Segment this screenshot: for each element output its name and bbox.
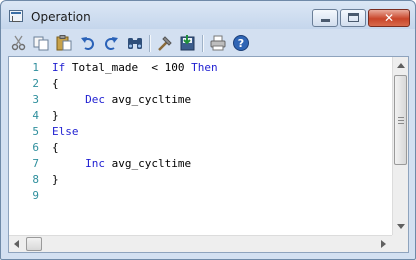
line-number: 3 [32, 93, 39, 106]
toolbar-separator [202, 35, 204, 52]
grip-line [398, 120, 404, 121]
code-text: avg_cycltime [105, 157, 192, 170]
grip-line [398, 123, 404, 124]
code-text: avg_cycltime [105, 93, 192, 106]
code-line[interactable]: Inc avg_cycltime [52, 156, 191, 172]
line-number-gutter: 1 2 3 4 5 6 7 8 9 [9, 57, 41, 233]
undo-icon[interactable] [79, 34, 97, 52]
line-number: 7 [32, 157, 39, 170]
paste-icon[interactable] [55, 34, 73, 52]
maximize-button[interactable] [340, 9, 366, 27]
vertical-scroll-thumb[interactable] [394, 75, 407, 165]
code-text: } [52, 109, 59, 122]
code-area[interactable]: If Total_made < 100 Then{ Dec avg_cyclti… [52, 57, 382, 233]
print-icon[interactable] [209, 34, 227, 52]
line-number: 4 [32, 109, 39, 122]
find-icon[interactable] [126, 34, 144, 52]
line-number: 2 [32, 77, 39, 90]
scroll-right-icon[interactable] [381, 240, 386, 248]
build-icon[interactable] [156, 34, 174, 52]
horizontal-scroll-thumb[interactable] [26, 237, 42, 251]
toolbar-separator [149, 35, 151, 52]
scrollbar-corner [392, 235, 408, 252]
window-title: Operation [31, 10, 91, 24]
save-icon[interactable] [179, 34, 197, 52]
title-bar[interactable]: Operation ✕ [1, 1, 415, 31]
code-keyword: Inc [85, 157, 105, 170]
close-button[interactable]: ✕ [368, 9, 410, 27]
code-line[interactable]: Else [52, 124, 79, 140]
code-text: Total_made < 100 [65, 61, 192, 74]
grip-line [398, 117, 404, 118]
code-line[interactable]: Dec avg_cycltime [52, 92, 191, 108]
line-number: 9 [32, 189, 39, 202]
line-number: 8 [32, 173, 39, 186]
code-keyword: If [52, 61, 66, 74]
line-number: 5 [32, 125, 39, 138]
code-line[interactable]: { [52, 140, 59, 156]
copy-icon[interactable] [32, 34, 50, 52]
code-keyword: Dec [85, 93, 105, 106]
code-text: { [52, 141, 59, 154]
operation-window: Operation ✕ ? 1 2 3 4 5 6 7 8 9 If Total… [0, 0, 416, 260]
maximize-icon [348, 13, 359, 22]
minimize-button[interactable] [312, 9, 338, 27]
code-keyword: Else [52, 125, 79, 138]
scissors-icon[interactable] [10, 34, 28, 52]
code-line[interactable]: } [52, 108, 59, 124]
scroll-up-icon[interactable] [397, 63, 405, 68]
minimize-icon [321, 19, 330, 22]
help-icon[interactable]: ? [232, 34, 250, 52]
code-text: { [52, 77, 59, 90]
redo-icon[interactable] [102, 34, 120, 52]
scroll-down-icon[interactable] [397, 224, 405, 229]
code-line[interactable]: } [52, 172, 59, 188]
app-window-icon[interactable] [9, 10, 23, 22]
vertical-scrollbar[interactable] [392, 57, 408, 235]
line-number: 6 [32, 141, 39, 154]
code-line[interactable]: If Total_made < 100 Then [52, 60, 218, 76]
close-icon: ✕ [383, 11, 395, 25]
scroll-left-icon[interactable] [14, 240, 19, 248]
horizontal-scrollbar[interactable] [9, 235, 392, 252]
code-line[interactable]: { [52, 76, 59, 92]
line-number: 1 [32, 61, 39, 74]
code-editor[interactable]: 123456789 If Total_made < 100 Then{ Dec … [8, 56, 409, 253]
code-text: } [52, 173, 59, 186]
svg-text:?: ? [238, 37, 244, 50]
code-keyword: Then [191, 61, 218, 74]
toolbar: ? [2, 31, 414, 55]
